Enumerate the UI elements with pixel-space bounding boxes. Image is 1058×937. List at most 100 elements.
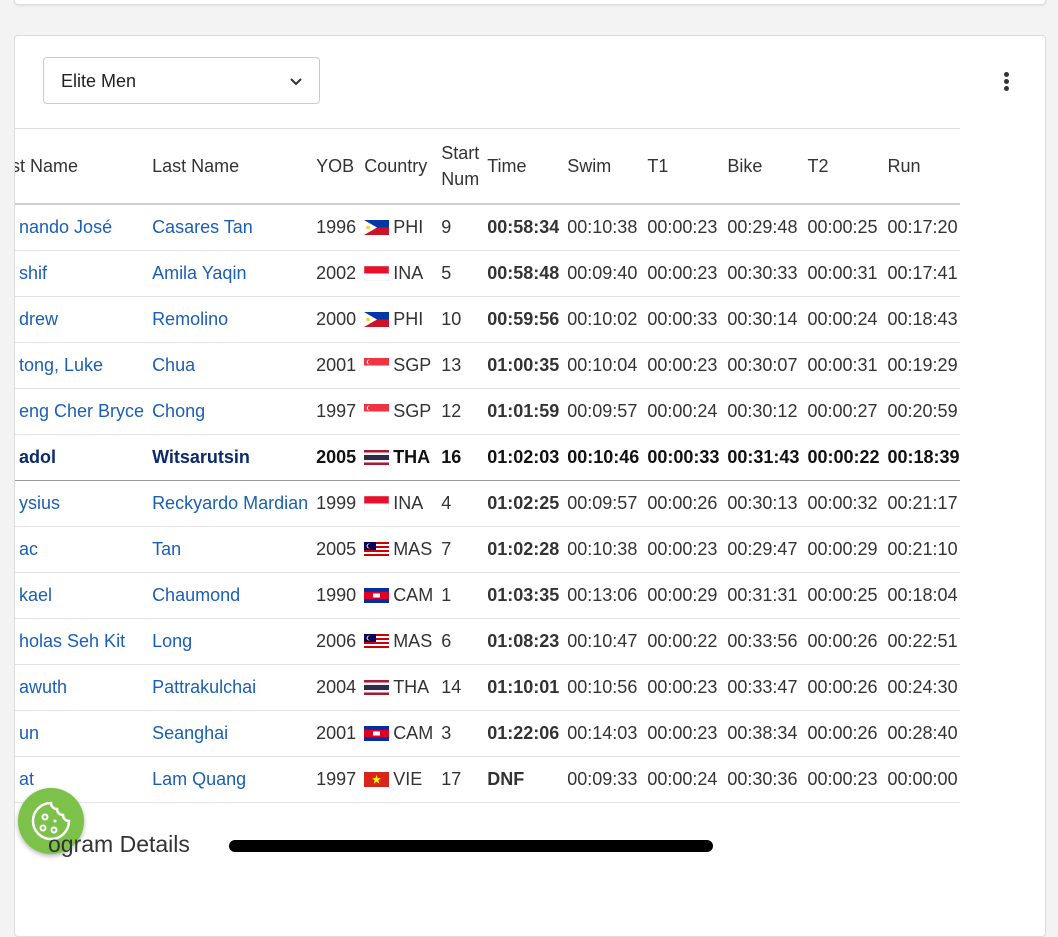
- last-name-cell[interactable]: Chong: [144, 388, 309, 435]
- first-name-cell[interactable]: tong, Luke: [15, 342, 145, 389]
- table-row[interactable]: drew Remolino 2000 PHI 10 00:59:56 00:10:02 00:…: [15, 296, 960, 343]
- swim-cell: 00:10:38: [559, 526, 640, 573]
- first-name-cell[interactable]: eng Cher Bryce: [15, 388, 145, 435]
- header-bike[interactable]: Bike: [719, 128, 800, 205]
- bike-cell: 00:31:43: [719, 434, 800, 481]
- results-table-scroll[interactable]: st Name Last Name YOB Country Start Num T…: [15, 128, 1045, 808]
- start-num-cell: 16: [433, 434, 480, 481]
- table-row[interactable]: tong, Luke Chua 2001 SGP 13 01:00:35 00:10:04 0…: [15, 342, 960, 389]
- table-row[interactable]: ac Tan 2005 MAS 7 01:02:28 00:10:38 00:00:23 00:…: [15, 526, 960, 573]
- bike-cell: 00:30:36: [719, 756, 800, 803]
- table-row[interactable]: eng Cher Bryce Chong 1997 SGP 12 01:01:59 00:0…: [15, 388, 960, 435]
- table-row[interactable]: kael Chaumond 1990 CAM 1 01:03:35 00:13:06 00:0…: [15, 572, 960, 619]
- last-name-cell[interactable]: Chua: [144, 342, 309, 389]
- t2-cell: 00:00:27: [799, 388, 880, 435]
- first-name-cell[interactable]: drew: [15, 296, 145, 343]
- flag-icon: [363, 265, 390, 282]
- country-code: THA: [393, 447, 431, 467]
- start-num-cell: 4: [433, 480, 480, 527]
- last-name-cell[interactable]: Tan: [144, 526, 309, 573]
- time-cell: 01:00:35: [479, 342, 560, 389]
- flag-icon: [364, 357, 390, 373]
- country-cell: INA: [356, 480, 434, 527]
- flag-icon: [363, 495, 390, 512]
- category-select[interactable]: Elite Men: [43, 57, 320, 104]
- last-name-cell[interactable]: Chaumond: [144, 572, 309, 619]
- last-name-cell[interactable]: Long: [144, 618, 309, 665]
- table-row[interactable]: ysius Reckyardo Mardian 1999 INA 4 01:02:25 00…: [15, 480, 960, 527]
- t1-cell: 00:00:24: [639, 388, 720, 435]
- run-cell: 00:20:59: [879, 388, 960, 435]
- last-name-cell[interactable]: Pattrakulchai: [144, 664, 309, 711]
- first-name-cell[interactable]: awuth: [15, 664, 145, 711]
- start-num-cell: 12: [433, 388, 480, 435]
- first-name-cell[interactable]: shif: [15, 250, 145, 297]
- country-cell: THA: [356, 664, 434, 711]
- swim-cell: 00:09:40: [559, 250, 640, 297]
- first-name-cell[interactable]: un: [15, 710, 145, 757]
- first-name-cell[interactable]: kael: [15, 572, 145, 619]
- header-country[interactable]: Country: [356, 128, 434, 205]
- start-num-cell: 9: [433, 204, 480, 251]
- table-header-row: st Name Last Name YOB Country Start Num T…: [15, 128, 960, 205]
- t2-cell: 00:00:25: [799, 572, 880, 619]
- kebab-menu-icon[interactable]: [996, 72, 1016, 94]
- first-name-cell[interactable]: adol: [15, 434, 145, 481]
- results-table: st Name Last Name YOB Country Start Num T…: [15, 128, 960, 803]
- last-name-cell[interactable]: Seanghai: [144, 710, 309, 757]
- time-cell: 00:59:56: [479, 296, 560, 343]
- table-row[interactable]: un Seanghai 2001 CAM 3 01:22:06 00:14:03 00:00:…: [15, 710, 960, 757]
- country-code: INA: [393, 493, 424, 513]
- header-run[interactable]: Run: [879, 128, 960, 205]
- table-row[interactable]: holas Seh Kit Long 2006 MAS 6 01:08:23 00:10:4…: [15, 618, 960, 665]
- table-row[interactable]: nando José Casares Tan 1996 PHI 9 00:58:34 00:…: [15, 204, 960, 251]
- yob-cell: 2005: [308, 526, 357, 573]
- start-num-cell: 17: [433, 756, 480, 803]
- table-row[interactable]: adol Witsarutsin 2005 THA 16 01:02:03 00:10:46…: [15, 434, 960, 481]
- header-time[interactable]: Time: [479, 128, 560, 205]
- last-name-cell[interactable]: Witsarutsin: [144, 434, 309, 481]
- t2-cell: 00:00:25: [799, 204, 880, 251]
- first-name-cell[interactable]: holas Seh Kit: [15, 618, 145, 665]
- first-name-cell[interactable]: nando José: [15, 204, 145, 251]
- run-cell: 00:18:39: [879, 434, 960, 481]
- country-cell: SGP: [356, 342, 434, 389]
- table-row[interactable]: at Lam Quang 1997 VIE 17 DNF 00:09:33 00:00:24 0…: [15, 756, 960, 803]
- country-cell: PHI: [356, 204, 434, 251]
- start-num-cell: 3: [433, 710, 480, 757]
- header-yob[interactable]: YOB: [308, 128, 357, 205]
- country-code: INA: [393, 263, 424, 283]
- table-row[interactable]: awuth Pattrakulchai 2004 THA 14 01:10:01 00:10…: [15, 664, 960, 711]
- header-swim[interactable]: Swim: [559, 128, 640, 205]
- first-name-cell[interactable]: ac: [15, 526, 145, 573]
- flag-icon: [364, 311, 390, 327]
- flag-icon: [364, 403, 390, 419]
- t2-cell: 00:00:26: [799, 664, 880, 711]
- t1-cell: 00:00:23: [639, 526, 720, 573]
- table-row[interactable]: shif Amila Yaqin 2002 INA 5 00:58:48 00:09:40 0…: [15, 250, 960, 297]
- start-num-cell: 1: [433, 572, 480, 619]
- country-cell: MAS: [356, 526, 434, 573]
- last-name-cell[interactable]: Remolino: [144, 296, 309, 343]
- last-name-cell[interactable]: Amila Yaqin: [144, 250, 309, 297]
- run-cell: 00:28:40: [879, 710, 960, 757]
- last-name-cell[interactable]: Casares Tan: [144, 204, 309, 251]
- last-name-cell[interactable]: Reckyardo Mardian: [144, 480, 309, 527]
- time-cell: 01:01:59: [479, 388, 560, 435]
- t1-cell: 00:00:22: [639, 618, 720, 665]
- yob-cell: 2005: [308, 434, 357, 481]
- yob-cell: 1997: [308, 756, 357, 803]
- run-cell: 00:21:17: [879, 480, 960, 527]
- first-name-cell[interactable]: ysius: [15, 480, 145, 527]
- header-t2[interactable]: T2: [799, 128, 880, 205]
- bike-cell: 00:31:31: [719, 572, 800, 619]
- flag-icon: [364, 587, 390, 603]
- header-start-num[interactable]: Start Num: [433, 128, 480, 205]
- header-last-name[interactable]: Last Name: [144, 128, 309, 205]
- header-first-name[interactable]: st Name: [15, 128, 145, 205]
- time-cell: 01:02:25: [479, 480, 560, 527]
- last-name-cell[interactable]: Lam Quang: [144, 756, 309, 803]
- header-t1[interactable]: T1: [639, 128, 720, 205]
- home-indicator: [229, 840, 713, 852]
- yob-cell: 1990: [308, 572, 357, 619]
